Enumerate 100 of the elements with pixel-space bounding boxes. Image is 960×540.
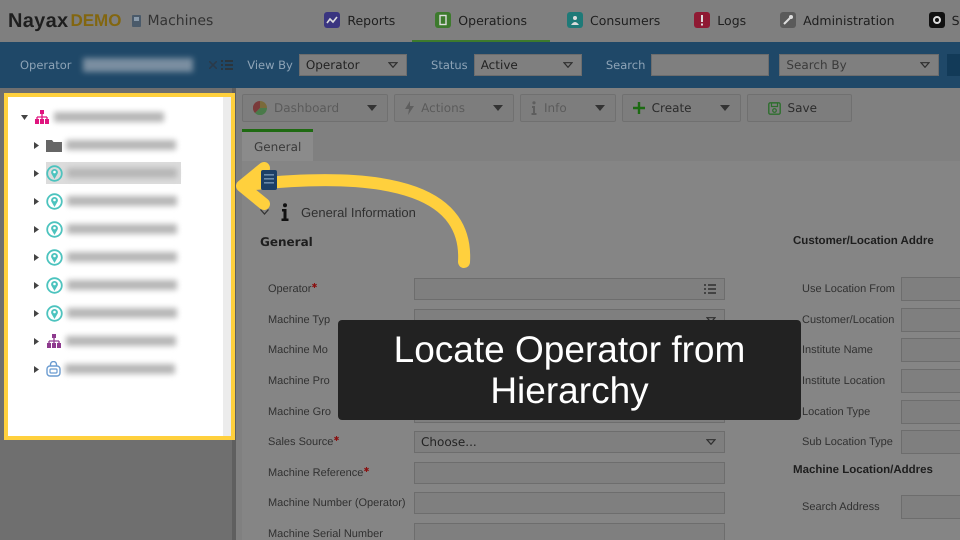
location-pin-icon <box>46 248 63 266</box>
caret-icon <box>720 105 730 111</box>
input-field[interactable] <box>414 462 725 484</box>
collapsed-triangle-icon[interactable] <box>34 366 38 372</box>
collapsed-triangle-icon[interactable] <box>34 226 38 232</box>
location-pin-icon <box>46 164 63 182</box>
gear-icon <box>928 12 945 28</box>
logo-tag: DEMO <box>70 11 122 31</box>
lightning-icon <box>405 101 414 115</box>
status-select[interactable]: Active <box>474 54 582 76</box>
people-icon <box>567 12 584 28</box>
nav-tab[interactable]: Logs <box>677 0 764 42</box>
input-field[interactable] <box>901 338 960 362</box>
required-icon <box>364 466 370 472</box>
folder-icon <box>46 138 62 152</box>
input-field[interactable] <box>901 369 960 394</box>
field-label: Operator <box>268 283 312 296</box>
input-field[interactable] <box>414 492 725 514</box>
section-title: General Information <box>301 204 416 220</box>
field-label: Search Address <box>802 500 881 513</box>
dropdown-caret-icon <box>920 62 930 68</box>
org-chart-icon <box>34 109 50 125</box>
operator-label: Operator <box>20 58 72 72</box>
toolbar-button[interactable]: Create <box>622 94 741 122</box>
search-label: Search <box>606 58 646 72</box>
org-chart-icon <box>46 333 62 349</box>
required-icon <box>334 436 340 442</box>
dropdown-caret-icon <box>706 316 716 323</box>
logo-wordmark: Nayax <box>8 10 68 32</box>
collapsed-triangle-icon[interactable] <box>34 338 38 344</box>
collapsed-triangle-icon[interactable] <box>34 142 38 148</box>
field-label: Sub Location Type <box>802 436 894 448</box>
selected-tree-item[interactable] <box>46 162 181 184</box>
info-icon <box>530 101 537 115</box>
field-label: Use Location From <box>802 283 896 296</box>
collapsed-triangle-icon[interactable] <box>34 254 38 260</box>
field-label: Machine Gro <box>268 406 331 418</box>
tab[interactable]: General <box>242 129 314 161</box>
select-field[interactable]: Choose... <box>414 431 725 454</box>
caret-icon <box>367 105 378 111</box>
info-icon <box>281 203 289 221</box>
chevron-down-icon[interactable] <box>260 209 269 215</box>
toolbar-button[interactable]: Save <box>746 94 852 122</box>
input-field[interactable] <box>414 523 725 540</box>
field-label: Customer/Location <box>802 314 896 326</box>
dropdown-caret-icon <box>388 62 398 68</box>
location-pin-icon <box>46 276 63 294</box>
input-field[interactable] <box>901 400 960 424</box>
caret-icon <box>492 105 503 111</box>
field-label: Institute Location <box>802 375 886 388</box>
field-label: Machine Mo <box>268 344 328 356</box>
field-label: Machine Pro <box>268 375 330 388</box>
caption-tooltip: Locate Operator from Hierarchy <box>338 320 801 420</box>
field-label: Machine Typ <box>268 314 330 326</box>
collapsed-triangle-icon[interactable] <box>34 310 38 316</box>
field-label: Machine Number (Operator) <box>268 497 406 510</box>
field-label: Location Type <box>802 406 872 418</box>
bag-icon <box>46 361 61 377</box>
field-label: Machine Serial Number <box>268 528 383 540</box>
chart-icon <box>324 12 340 28</box>
required-icon <box>312 283 318 288</box>
input-field[interactable] <box>901 494 960 519</box>
plus-icon <box>632 102 645 114</box>
input-field[interactable] <box>901 308 960 332</box>
group-heading: Machine Location/Addres <box>793 464 934 478</box>
module-title: Machines <box>147 13 214 29</box>
nav-tab[interactable]: Reports <box>307 0 412 42</box>
location-pin-icon <box>46 220 63 238</box>
expanded-triangle-icon[interactable] <box>20 114 28 120</box>
alert-icon <box>694 12 710 28</box>
collapsed-triangle-icon[interactable] <box>34 198 38 204</box>
collapsed-triangle-icon[interactable] <box>34 170 38 176</box>
input-field[interactable] <box>901 277 960 302</box>
list-icon <box>221 60 234 70</box>
wrench-icon <box>780 12 796 28</box>
input-field[interactable] <box>901 430 960 454</box>
nav-tab[interactable]: Consumers <box>550 0 678 42</box>
dropdown-caret-icon <box>562 62 573 68</box>
search-by-select[interactable]: Search By <box>779 54 940 76</box>
field-label: Machine Reference <box>268 466 364 479</box>
nav-tab[interactable]: S <box>912 0 960 42</box>
pie-chart-icon <box>253 101 267 115</box>
group-heading: General <box>260 235 314 251</box>
group-heading: Customer/Location Addre <box>793 235 935 249</box>
lookup-field[interactable] <box>414 278 725 300</box>
list-icon <box>704 284 716 294</box>
location-pin-icon <box>46 192 63 210</box>
clipboard-icon <box>435 12 452 28</box>
nav-tab[interactable]: Administration <box>763 0 912 42</box>
machine-icon <box>131 15 142 27</box>
clear-icon <box>209 61 218 69</box>
location-pin-icon <box>46 304 63 322</box>
view-by-label: View By <box>247 58 293 72</box>
field-label: Sales Source <box>268 436 334 448</box>
dropdown-caret-icon <box>706 439 716 446</box>
caret-icon <box>594 105 605 111</box>
search-field[interactable] <box>651 54 770 76</box>
field-label: Institute Name <box>802 344 874 356</box>
view-by-select[interactable]: Operator <box>298 54 408 76</box>
collapsed-triangle-icon[interactable] <box>34 282 38 288</box>
